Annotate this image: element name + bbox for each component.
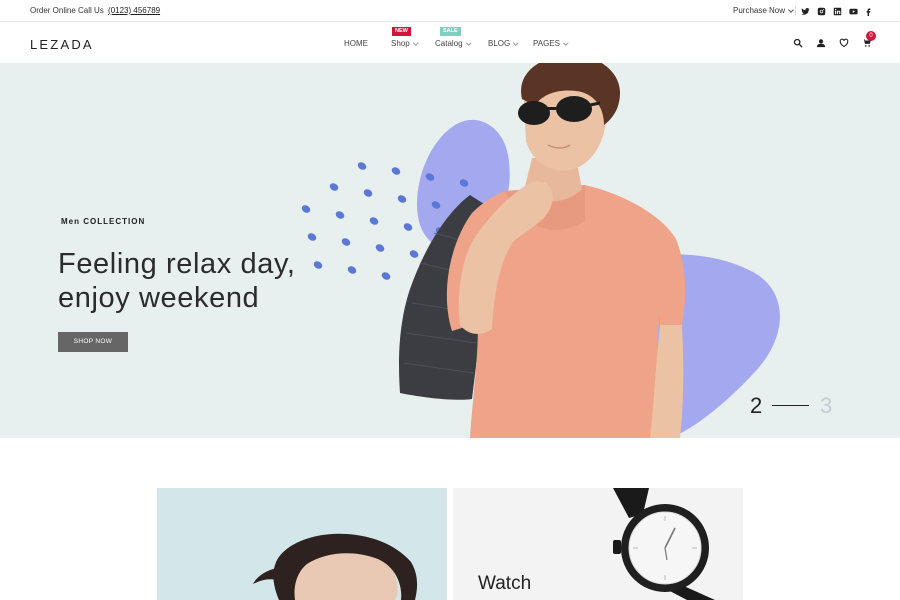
slide-next[interactable]: 3 [820,393,832,419]
purchase-now-label: Purchase Now [733,6,786,15]
slide-progress-line [772,405,809,406]
chevron-down-icon [412,40,418,45]
user-icon[interactable] [815,37,827,49]
nav-catalog[interactable]: Catalog [435,39,471,48]
new-badge: NEW [392,27,411,36]
shop-now-button[interactable]: SHOP NOW [58,332,128,352]
phone-link[interactable]: (0123) 456789 [108,6,160,15]
main-header: LEZADA HOME NEW Shop SALE Catalog BLOG P… [0,22,900,63]
watch-label: Watch [478,573,532,594]
slide-current[interactable]: 2 [750,393,762,419]
hero-title-line-2: enjoy weekend [58,282,260,314]
nav-pages[interactable]: PAGES [533,39,569,48]
chevron-down-icon [513,40,519,45]
top-bar: Order Online Call Us (0123) 456789 Purch… [0,0,900,22]
chevron-down-icon [465,40,471,45]
promo-tile-women[interactable] [157,488,447,600]
nav-pages-label: PAGES [533,39,560,48]
nav-home[interactable]: HOME [344,39,368,48]
hero-title: Feeling relax day, enjoy weekend [58,247,296,315]
chevron-down-icon [788,6,794,13]
topbar-divider [795,6,796,16]
model-illustration [399,63,686,438]
linkedin-icon[interactable] [832,6,842,16]
chevron-down-icon [563,40,569,45]
search-icon[interactable] [792,37,804,49]
cart-count-badge: 0 [866,31,876,41]
purchase-now-dropdown[interactable]: Purchase Now [733,6,794,15]
nav-catalog-label: Catalog [435,39,463,48]
order-online-text: Order Online Call Us [30,6,104,15]
sale-badge: SALE [440,27,461,36]
hero-title-line-1: Feeling relax day, [58,248,296,280]
woman-photo [253,533,418,600]
contact-info: Order Online Call Us (0123) 456789 [30,6,160,15]
nav-blog-label: BLOG [488,39,511,48]
heart-icon[interactable] [838,37,850,49]
hero-subtitle: Men COLLECTION [61,217,146,226]
facebook-icon[interactable] [863,6,873,16]
hero-slider: Men COLLECTION Feeling relax day, enjoy … [0,63,900,438]
site-logo[interactable]: LEZADA [30,37,94,52]
instagram-icon[interactable] [816,6,826,16]
youtube-icon[interactable] [848,6,858,16]
twitter-icon[interactable] [800,6,810,16]
nav-home-label: HOME [344,39,368,48]
nav-shop-label: Shop [391,39,410,48]
nav-blog[interactable]: BLOG [488,39,519,48]
promo-tile-watch[interactable]: Watch [453,488,743,600]
nav-shop[interactable]: Shop [391,39,418,48]
